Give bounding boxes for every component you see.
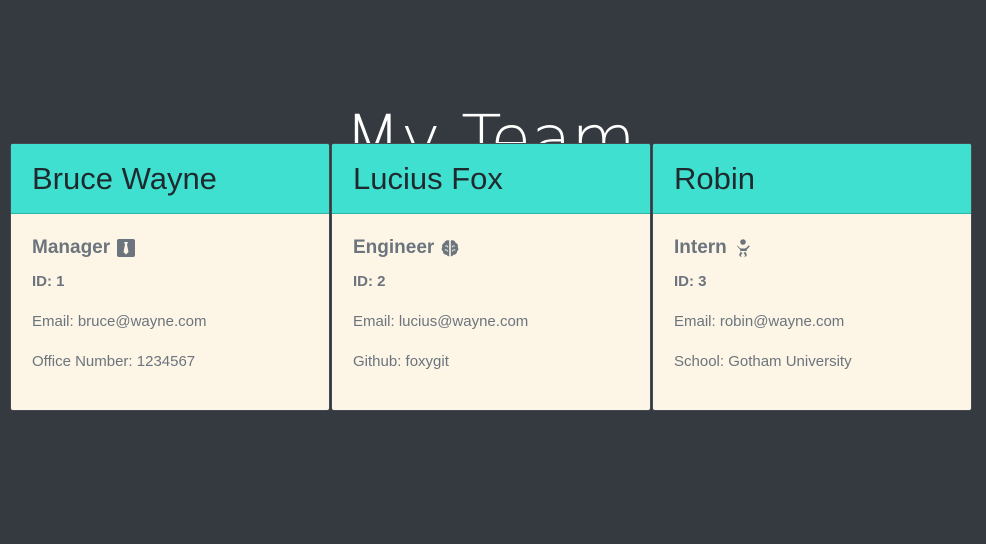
employee-name: Bruce Wayne <box>32 161 217 196</box>
card-header: Robin <box>653 144 971 214</box>
role-label: Intern <box>674 237 727 258</box>
role-label: Manager <box>32 237 111 258</box>
employee-card-engineer: Lucius Fox Engineer ID: 2 Email: lucius@… <box>331 143 651 411</box>
tie-icon <box>116 238 136 258</box>
card-header: Lucius Fox <box>332 144 650 214</box>
employee-role: Engineer <box>353 236 630 260</box>
employee-email: Email: bruce@wayne.com <box>32 313 207 330</box>
employee-id: ID: 2 <box>353 273 386 290</box>
team-cards: Bruce Wayne Manager ID: 1 Email: bruce@w… <box>10 143 972 411</box>
card-header: Bruce Wayne <box>11 144 329 214</box>
baby-icon <box>733 238 753 258</box>
employee-card-intern: Robin Intern ID: 3 Email: robin@wayne.co… <box>652 143 972 411</box>
employee-role: Intern <box>674 236 951 260</box>
employee-email: Email: lucius@wayne.com <box>353 313 529 330</box>
employee-name: Robin <box>674 161 755 196</box>
card-body: Engineer ID: 2 Email: lucius@wayne.com G… <box>332 214 650 372</box>
role-label: Engineer <box>353 237 435 258</box>
employee-github: Github: foxygit <box>353 353 449 370</box>
card-body: Intern ID: 3 Email: robin@wayne.com Scho… <box>653 214 971 372</box>
brain-icon <box>440 238 460 258</box>
employee-id: ID: 3 <box>674 273 707 290</box>
employee-role: Manager <box>32 236 309 260</box>
employee-name: Lucius Fox <box>353 161 503 196</box>
employee-card-manager: Bruce Wayne Manager ID: 1 Email: bruce@w… <box>10 143 330 411</box>
employee-office-number: Office Number: 1234567 <box>32 353 196 370</box>
card-body: Manager ID: 1 Email: bruce@wayne.com Off… <box>11 214 329 372</box>
employee-school: School: Gotham University <box>674 353 852 370</box>
employee-email: Email: robin@wayne.com <box>674 313 845 330</box>
employee-id: ID: 1 <box>32 273 65 290</box>
